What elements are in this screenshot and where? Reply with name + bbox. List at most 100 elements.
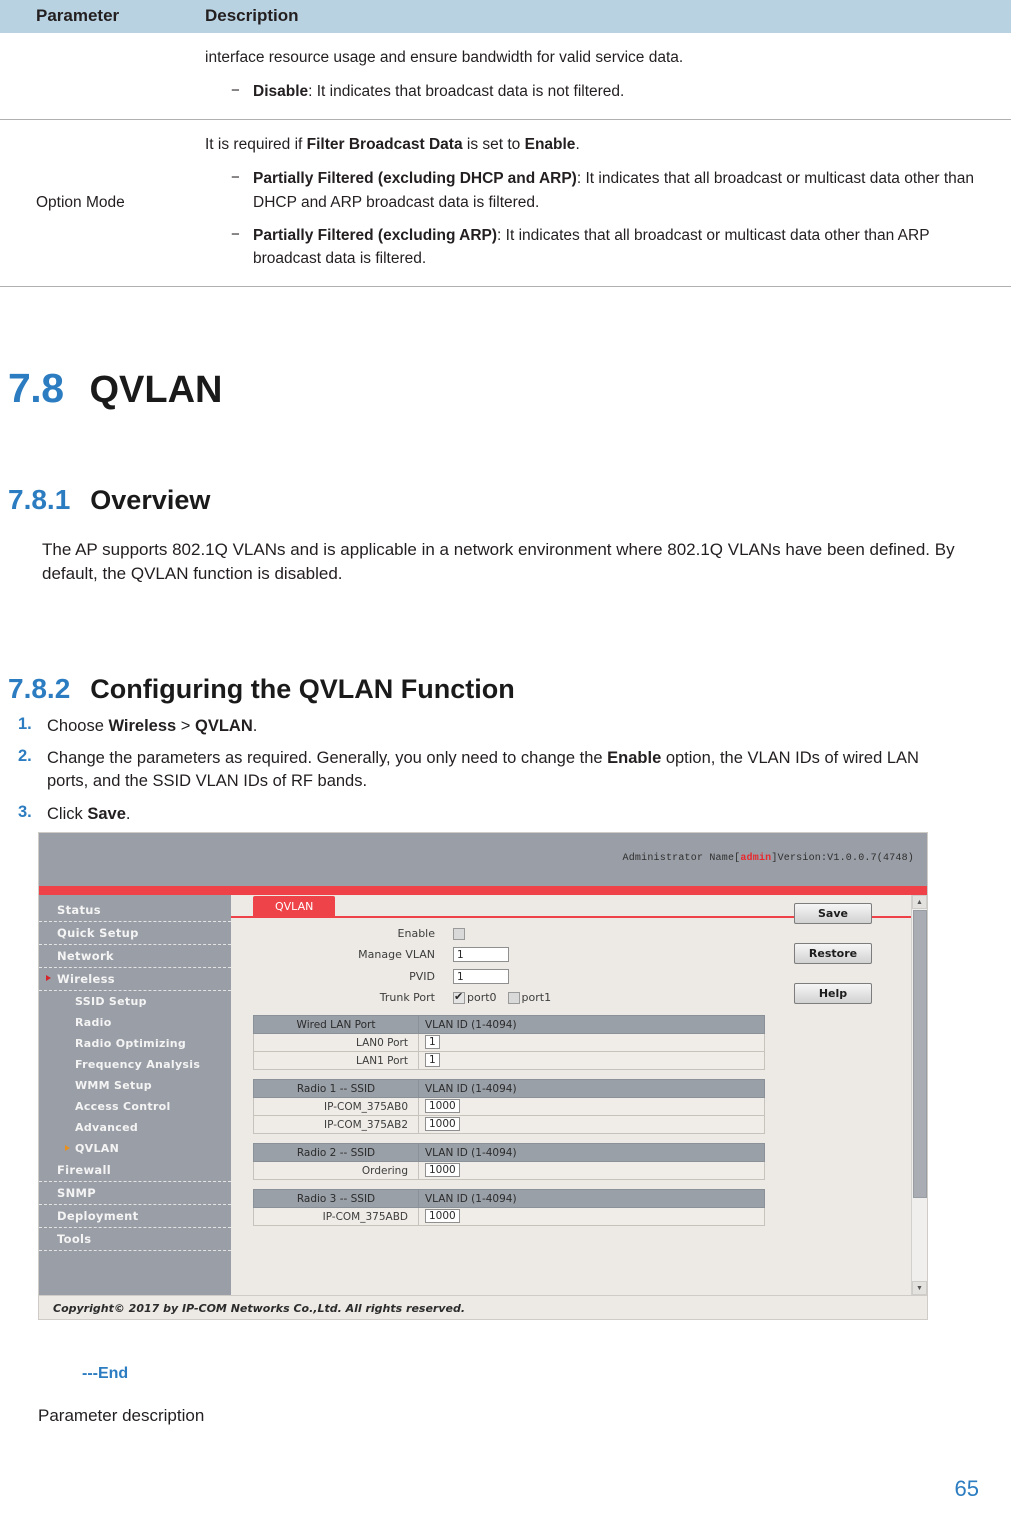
- description-bullet: − Disable: It indicates that broadcast d…: [205, 80, 991, 103]
- manage-vlan-input[interactable]: 1: [453, 947, 509, 962]
- sidebar-item-quick-setup[interactable]: Quick Setup: [39, 922, 231, 945]
- overview-paragraph: The AP supports 802.1Q VLANs and is appl…: [42, 540, 955, 584]
- configuration-steps-list: 1. Choose Wireless > QVLAN. 2. Change th…: [0, 715, 1011, 827]
- bullet-term: Disable: [253, 83, 309, 101]
- lead-mid: is set to: [462, 136, 525, 154]
- admin-prefix: Administrator Name[: [622, 853, 741, 864]
- section-number: 7.8: [8, 365, 64, 412]
- dash-bullet-icon: −: [231, 225, 240, 243]
- sidebar-item-deployment[interactable]: Deployment: [39, 1205, 231, 1228]
- vlan-id-input[interactable]: 1000: [425, 1099, 460, 1113]
- step-pre: Change the parameters as required. Gener…: [47, 748, 608, 767]
- cell-parameter-name: Option Mode: [0, 119, 195, 288]
- vlan-id-input[interactable]: 1000: [425, 1209, 460, 1223]
- lead-bold-1: Filter Broadcast Data: [306, 136, 463, 154]
- trunk-port0-option[interactable]: port0: [453, 990, 497, 1004]
- vlan-table: Radio 2 -- SSID VLAN ID (1-4094) Ordering 1…: [253, 1143, 765, 1180]
- pvid-label: PVID: [409, 970, 435, 983]
- step-number: 1.: [18, 714, 32, 733]
- vlan-table-header-left: Radio 3 -- SSID: [253, 1189, 419, 1208]
- sidebar-item-label: SSID Setup: [75, 995, 147, 1008]
- vlan-id-input[interactable]: 1: [425, 1053, 440, 1067]
- sidebar-item-wmm-setup[interactable]: WMM Setup: [39, 1075, 231, 1096]
- subsection-title: Configuring the QVLAN Function: [90, 673, 515, 704]
- trunk-port1-checkbox[interactable]: [507, 991, 520, 1004]
- enable-checkbox[interactable]: [453, 927, 465, 940]
- vlan-row-label: LAN1 Port: [253, 1051, 419, 1070]
- tab-qvlan[interactable]: QVLAN: [253, 896, 336, 917]
- sidebar-item-qvlan[interactable]: QVLAN: [39, 1138, 231, 1159]
- sidebar-item-advanced[interactable]: Advanced: [39, 1117, 231, 1138]
- sidebar-item-frequency-analysis[interactable]: Frequency Analysis: [39, 1054, 231, 1075]
- scroll-up-arrow-icon[interactable]: ▲: [912, 895, 927, 909]
- router-sidebar-nav: Status Quick Setup Network Wireless SSID Set…: [39, 895, 231, 1295]
- parameter-description-table: Parameter Description interface resource…: [0, 0, 1011, 288]
- vlan-row-label: IP-COM_375ABD: [253, 1207, 419, 1226]
- table-row: LAN1 Port 1: [253, 1051, 765, 1070]
- list-item: 2. Change the parameters as required. Ge…: [0, 747, 1011, 794]
- scroll-down-arrow-icon[interactable]: ▼: [912, 1281, 927, 1295]
- step-post: .: [252, 716, 258, 735]
- sidebar-item-access-control[interactable]: Access Control: [39, 1096, 231, 1117]
- table-row: LAN0 Port 1: [253, 1033, 765, 1052]
- cell-description: interface resource usage and ensure band…: [195, 33, 1011, 121]
- restore-button[interactable]: Restore: [794, 943, 872, 964]
- section-heading-7-8-2: 7.8.2 Configuring the QVLAN Function: [8, 673, 1011, 705]
- sidebar-item-ssid-setup[interactable]: SSID Setup: [39, 991, 231, 1012]
- administrator-info: Administrator Name[admin]Version:V1.0.0.…: [623, 853, 914, 864]
- pvid-control: 1: [453, 969, 509, 984]
- router-main-panel: QVLAN Enable Manage VLAN 1 PVID 1 Trunk …: [231, 895, 927, 1295]
- vlan-row-label: IP-COM_375AB2: [253, 1115, 419, 1134]
- step-post: .: [125, 804, 131, 823]
- help-button[interactable]: Help: [794, 983, 872, 1004]
- scrollbar-thumb[interactable]: [913, 910, 927, 1198]
- table-header-row: Parameter Description: [0, 0, 1011, 33]
- trunk-port0-label: port0: [467, 991, 497, 1004]
- trunk-port-label: Trunk Port: [379, 991, 435, 1004]
- step-pre: Choose: [47, 716, 109, 735]
- pvid-input[interactable]: 1: [453, 969, 509, 984]
- step-bold-1: Wireless: [108, 716, 177, 735]
- vlan-table-header-row: Wired LAN Port VLAN ID (1-4094): [253, 1015, 765, 1034]
- vlan-id-input[interactable]: 1000: [425, 1163, 460, 1177]
- sidebar-item-radio[interactable]: Radio: [39, 1012, 231, 1033]
- vlan-table-header-row: Radio 3 -- SSID VLAN ID (1-4094): [253, 1189, 765, 1208]
- description-lead-text: interface resource usage and ensure band…: [205, 49, 684, 66]
- sidebar-item-network[interactable]: Network: [39, 945, 231, 968]
- trunk-port0-checkbox[interactable]: [453, 990, 465, 1004]
- step-bold-1: Enable: [607, 748, 662, 767]
- vlan-row-value-cell: 1000: [418, 1097, 765, 1116]
- admin-suffix: ]Version:V1.0.0.7(4748): [771, 853, 914, 864]
- vlan-id-input[interactable]: 1: [425, 1035, 440, 1049]
- router-ui-body: Status Quick Setup Network Wireless SSID Set…: [39, 895, 927, 1295]
- sidebar-item-label: Advanced: [75, 1121, 139, 1134]
- vlan-tables-container: Wired LAN Port VLAN ID (1-4094) LAN0 Port 1…: [231, 1015, 927, 1226]
- sidebar-item-tools[interactable]: Tools: [39, 1228, 231, 1251]
- vlan-table-header-row: Radio 2 -- SSID VLAN ID (1-4094): [253, 1143, 765, 1162]
- description-lead-text: It is required if Filter Broadcast Data …: [205, 133, 991, 157]
- manage-vlan-control: 1: [453, 947, 509, 962]
- vlan-table: Radio 1 -- SSID VLAN ID (1-4094) IP-COM_37…: [253, 1079, 765, 1134]
- vlan-table: Wired LAN Port VLAN ID (1-4094) LAN0 Port 1…: [253, 1015, 765, 1070]
- vlan-id-input[interactable]: 1000: [425, 1117, 460, 1131]
- cell-description: It is required if Filter Broadcast Data …: [195, 119, 1011, 288]
- table-row: Ordering 1000: [253, 1161, 765, 1180]
- vlan-row-value-cell: 1000: [418, 1115, 765, 1134]
- parameter-description-caption: Parameter description: [38, 1406, 205, 1425]
- bullet-term: Partially Filtered (excluding ARP): [253, 226, 498, 244]
- sidebar-item-status[interactable]: Status: [39, 899, 231, 922]
- vlan-table: Radio 3 -- SSID VLAN ID (1-4094) IP-COM_37…: [253, 1189, 765, 1226]
- lead-pre: It is required if: [205, 136, 307, 154]
- sidebar-item-radio-optimizing[interactable]: Radio Optimizing: [39, 1033, 231, 1054]
- bullet-text: Disable: It indicates that broadcast dat…: [253, 80, 991, 103]
- save-button[interactable]: Save: [794, 903, 872, 924]
- sidebar-item-firewall[interactable]: Firewall: [39, 1159, 231, 1182]
- sidebar-item-snmp[interactable]: SNMP: [39, 1182, 231, 1205]
- vlan-table-header-right: VLAN ID (1-4094): [418, 1189, 765, 1208]
- vertical-scrollbar[interactable]: ▲ ▼: [911, 895, 927, 1295]
- sidebar-item-wireless[interactable]: Wireless: [39, 968, 231, 991]
- bullet-text: Partially Filtered (excluding ARP): It i…: [253, 224, 991, 271]
- trunk-port1-option[interactable]: port1: [507, 991, 551, 1004]
- enable-control: [453, 927, 465, 940]
- bullet-term: Partially Filtered (excluding DHCP and A…: [253, 170, 577, 188]
